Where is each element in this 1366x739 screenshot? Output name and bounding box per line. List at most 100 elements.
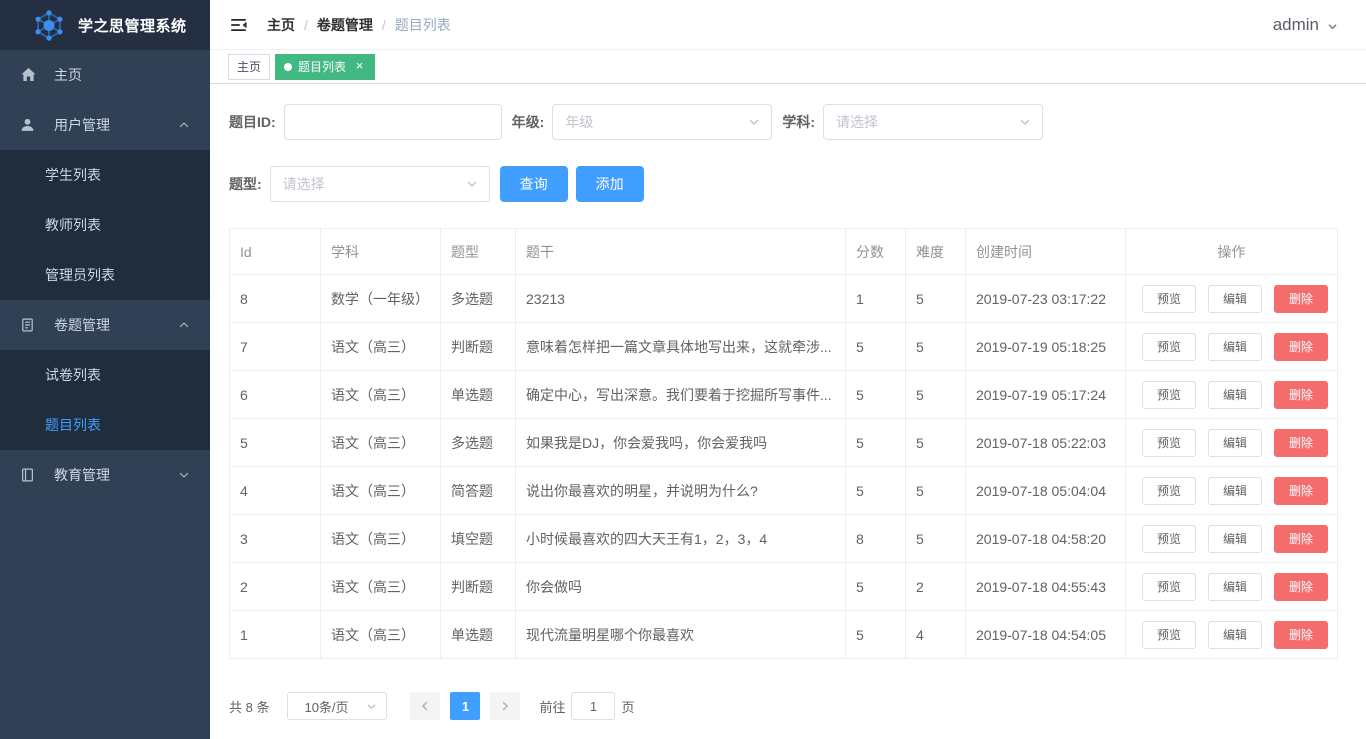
cell-id: 4 <box>229 466 321 515</box>
add-button[interactable]: 添加 <box>575 166 644 202</box>
grade-select[interactable]: 年级 <box>552 104 773 140</box>
edit-button[interactable]: 编辑 <box>1208 332 1262 361</box>
sidebar-item-1[interactable]: 主页 <box>0 50 210 100</box>
delete-button[interactable]: 删除 <box>1274 572 1328 601</box>
cell-score: 5 <box>845 322 906 371</box>
delete-button[interactable]: 删除 <box>1274 620 1328 649</box>
chevron-down-icon <box>465 177 479 191</box>
page-number-button[interactable]: 1 <box>450 692 481 720</box>
total-count: 共 8 条 <box>229 699 270 715</box>
preview-button[interactable]: 预览 <box>1142 476 1196 505</box>
sidebar-subitem[interactable]: 教师列表 <box>0 200 210 250</box>
cell-subject: 数学（一年级） <box>320 274 441 323</box>
preview-button[interactable]: 预览 <box>1142 620 1196 649</box>
question-id-input[interactable] <box>283 104 502 140</box>
prev-page-button[interactable] <box>410 692 441 720</box>
cell-subject: 语文（高三） <box>320 466 441 515</box>
page-content: 题目ID: 年级: 年级 学科: 请选择 题型: 请选择 查询 添加 Id 学科… <box>210 84 1366 720</box>
edit-button[interactable]: 编辑 <box>1208 620 1262 649</box>
search-button[interactable]: 查询 <box>499 166 568 202</box>
cell-actions: 预览 编辑 删除 <box>1125 562 1338 611</box>
question-type-select[interactable]: 请选择 <box>269 166 490 202</box>
preview-button[interactable]: 预览 <box>1142 332 1196 361</box>
view-tab[interactable]: 主页 <box>228 53 271 80</box>
column-header: 创建时间 <box>965 228 1126 275</box>
column-header: 题型 <box>440 228 516 275</box>
chevron-down-icon <box>365 700 378 713</box>
grade-label: 年级: <box>511 114 545 130</box>
breadcrumb-item[interactable]: 主页 <box>267 15 295 35</box>
sidebar-subitem[interactable]: 题目列表 <box>0 400 210 450</box>
preview-button[interactable]: 预览 <box>1142 380 1196 409</box>
edit-button[interactable]: 编辑 <box>1208 380 1262 409</box>
sidebar-item-3[interactable]: 卷题管理 <box>0 300 210 350</box>
app-title: 学之思管理系统 <box>78 17 187 35</box>
cell-stem: 意味着怎样把一篇文章具体地写出来，这就牵涉... <box>515 322 846 371</box>
cell-id: 6 <box>229 370 321 419</box>
cell-score: 5 <box>845 418 906 467</box>
column-header: 学科 <box>320 228 441 275</box>
hamburger-fold-icon[interactable] <box>226 13 252 37</box>
cell-subject: 语文（高三） <box>320 370 441 419</box>
cell-stem: 说出你最喜欢的明星，并说明为什么? <box>515 466 846 515</box>
cell-type: 简答题 <box>440 466 516 515</box>
preview-button[interactable]: 预览 <box>1142 428 1196 457</box>
sidebar-subitem[interactable]: 试卷列表 <box>0 350 210 400</box>
question-type-label: 题型: <box>229 176 262 192</box>
close-icon[interactable]: × <box>353 59 366 73</box>
cell-difficulty: 5 <box>905 466 966 515</box>
cell-score: 8 <box>845 514 906 563</box>
delete-button[interactable]: 删除 <box>1274 428 1328 457</box>
edit-button[interactable]: 编辑 <box>1208 476 1262 505</box>
sidebar-item-label: 用户管理 <box>54 117 110 133</box>
edit-button[interactable]: 编辑 <box>1208 428 1262 457</box>
user-menu[interactable]: admin <box>1273 15 1338 35</box>
app-root: 学之思管理系统 主页 用户管理 学生列表 教师列表 管理员列表 卷题管理 试卷列表 题目列表教… <box>0 0 1366 739</box>
sidebar-item-label: 主页 <box>54 67 82 83</box>
tab-bar: 主页 题目列表 × <box>210 50 1366 84</box>
breadcrumb-item[interactable]: 卷题管理 <box>317 15 373 35</box>
sidebar-subitem[interactable]: 管理员列表 <box>0 250 210 300</box>
cell-actions: 预览 编辑 删除 <box>1125 322 1338 371</box>
edit-button[interactable]: 编辑 <box>1208 524 1262 553</box>
delete-button[interactable]: 删除 <box>1274 332 1328 361</box>
subject-select[interactable]: 请选择 <box>823 104 1044 140</box>
preview-button[interactable]: 预览 <box>1142 524 1196 553</box>
cell-id: 7 <box>229 322 321 371</box>
subject-label: 学科: <box>782 114 816 130</box>
cell-created: 2019-07-23 03:17:22 <box>965 274 1126 323</box>
column-header: 难度 <box>905 228 966 275</box>
goto-page-input[interactable] <box>571 692 616 720</box>
cell-type: 判断题 <box>440 322 516 371</box>
edit-button[interactable]: 编辑 <box>1208 284 1262 313</box>
sidebar-subitem[interactable]: 学生列表 <box>0 150 210 200</box>
delete-button[interactable]: 删除 <box>1274 524 1328 553</box>
cell-stem: 23213 <box>515 274 846 323</box>
sidebar-item-4[interactable]: 教育管理 <box>0 450 210 500</box>
preview-button[interactable]: 预览 <box>1142 572 1196 601</box>
next-page-button[interactable] <box>490 692 521 720</box>
cell-id: 5 <box>229 418 321 467</box>
breadcrumb: 主页 / 卷题管理 / 题目列表 <box>267 15 451 35</box>
column-header: Id <box>229 228 321 275</box>
delete-button[interactable]: 删除 <box>1274 284 1328 313</box>
sidebar-item-2[interactable]: 用户管理 <box>0 100 210 150</box>
cell-difficulty: 5 <box>905 418 966 467</box>
sidebar-item-label: 卷题管理 <box>54 317 110 333</box>
submenu: 学生列表 教师列表 管理员列表 <box>0 150 210 300</box>
sidebar-menu: 主页用户管理学生列表 教师列表 管理员列表卷题管理试卷列表 题目列表 教育管理 <box>0 50 210 500</box>
cell-subject: 语文（高三） <box>320 610 441 659</box>
cell-created: 2019-07-18 05:04:04 <box>965 466 1126 515</box>
view-tab[interactable]: 题目列表 × <box>275 53 376 80</box>
page-size-select[interactable]: 10条/页 <box>287 692 388 720</box>
delete-button[interactable]: 删除 <box>1274 476 1328 505</box>
edit-button[interactable]: 编辑 <box>1208 572 1262 601</box>
sidebar: 学之思管理系统 主页 用户管理 学生列表 教师列表 管理员列表 卷题管理 试卷列表 题目列表教… <box>0 0 210 739</box>
cell-created: 2019-07-19 05:18:25 <box>965 322 1126 371</box>
table-row: 7 语文（高三） 判断题 意味着怎样把一篇文章具体地写出来，这就牵涉... 5 5 2019… <box>229 322 1338 371</box>
cell-type: 判断题 <box>440 562 516 611</box>
chevron-up-icon <box>178 319 190 331</box>
preview-button[interactable]: 预览 <box>1142 284 1196 313</box>
delete-button[interactable]: 删除 <box>1274 380 1328 409</box>
chevron-down-icon <box>747 115 761 129</box>
